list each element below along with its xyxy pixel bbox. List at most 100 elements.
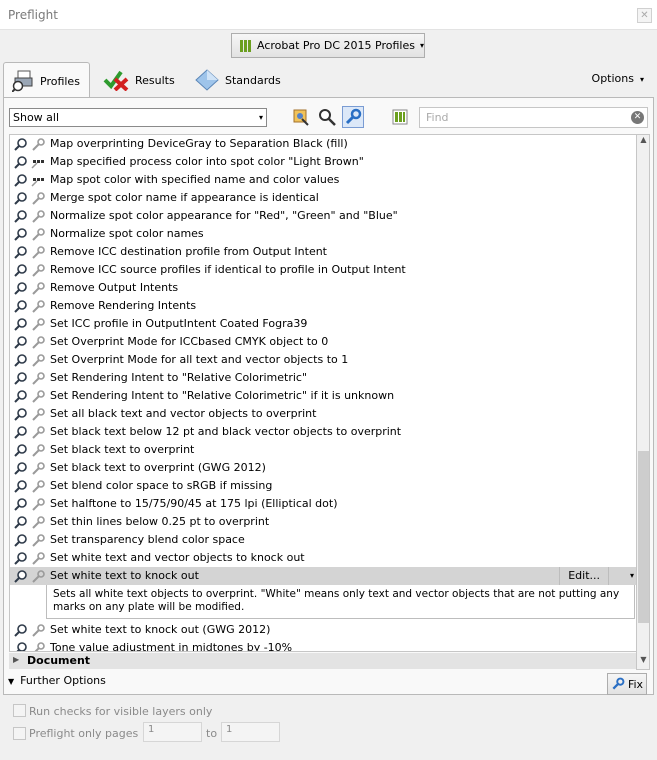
magnifier-icon xyxy=(14,624,27,637)
show-fixups-button[interactable] xyxy=(342,106,364,128)
scroll-up-icon[interactable]: ▲ xyxy=(638,135,649,149)
magnifier-icon xyxy=(14,570,27,583)
fixup-row[interactable]: Remove ICC destination profile from Outp… xyxy=(10,243,636,261)
fixup-label: Map overprinting DeviceGray to Separatio… xyxy=(50,137,348,150)
clear-search-icon[interactable]: ✕ xyxy=(631,111,644,124)
fixup-row[interactable]: Tone value adjustment in midtones by -10… xyxy=(10,639,636,651)
tab-standards-label: Standards xyxy=(225,73,281,87)
fixup-label: Set black text to overprint (GWG 2012) xyxy=(50,461,266,474)
fixup-row[interactable]: Set white text and vector objects to kno… xyxy=(10,549,636,567)
fixup-row[interactable]: Set ICC profile in OutputIntent Coated F… xyxy=(10,315,636,333)
options-menu[interactable]: Options ▾ xyxy=(592,72,644,85)
tab-results[interactable]: Results xyxy=(95,62,187,98)
fixup-row[interactable]: Map spot color with specified name and c… xyxy=(10,171,636,189)
wrench-icon xyxy=(32,246,45,259)
fixup-label: Remove ICC source profiles if identical … xyxy=(50,263,406,276)
fixup-row[interactable]: Merge spot color name if appearance is i… xyxy=(10,189,636,207)
page-from-input[interactable]: 1 xyxy=(143,722,202,742)
fixup-row[interactable]: Remove Rendering Intents xyxy=(10,297,636,315)
scroll-thumb[interactable] xyxy=(638,451,649,623)
fixup-row[interactable]: Set thin lines below 0.25 pt to overprin… xyxy=(10,513,636,531)
fixup-row[interactable]: Set Overprint Mode for all text and vect… xyxy=(10,351,636,369)
edit-button[interactable]: Edit... xyxy=(559,567,609,585)
further-options-toggle[interactable]: ▼ Further Options xyxy=(8,674,106,687)
wrench-icon xyxy=(32,282,45,295)
fixup-row[interactable]: Set Overprint Mode for ICCbased CMYK obj… xyxy=(10,333,636,351)
chevron-down-icon: ▾ xyxy=(419,41,424,50)
magnifier-icon xyxy=(14,372,27,385)
profile-library-label: Acrobat Pro DC 2015 Profiles xyxy=(257,39,415,52)
scroll-down-icon[interactable]: ▼ xyxy=(638,655,649,669)
magnifier-icon xyxy=(14,390,27,403)
pages-only-checkbox[interactable] xyxy=(13,727,26,740)
page-to-input[interactable]: 1 xyxy=(221,722,280,742)
close-icon[interactable]: ✕ xyxy=(637,8,652,23)
tab-standards[interactable]: Standards xyxy=(187,62,287,98)
collapse-triangle-icon: ▼ xyxy=(8,677,15,686)
fixup-label: Set thin lines below 0.25 pt to overprin… xyxy=(50,515,270,528)
find-input[interactable]: Find ✕ xyxy=(419,107,648,128)
scrollbar[interactable]: ▲ ▼ xyxy=(636,134,650,670)
fixup-row[interactable]: Set blend color space to sRGB if missing xyxy=(10,477,636,495)
show-profiles-button[interactable] xyxy=(290,106,312,128)
magnifier-icon xyxy=(14,300,27,313)
chevron-down-icon: ▾ xyxy=(639,75,644,84)
fixup-label: Set Overprint Mode for all text and vect… xyxy=(50,353,349,366)
fixup-row[interactable]: Remove Output Intents xyxy=(10,279,636,297)
visible-layers-label: Run checks for visible layers only xyxy=(29,705,213,718)
wrench-icon xyxy=(32,498,45,511)
fixups-list: Map overprinting DeviceGray to Separatio… xyxy=(9,134,636,652)
magnifier-icon xyxy=(16,642,27,651)
magnifier-icon xyxy=(14,516,27,529)
magnifier-icon xyxy=(14,480,27,493)
fixup-row[interactable]: Set Rendering Intent to "Relative Colori… xyxy=(10,387,636,405)
tab-profiles[interactable]: Profiles xyxy=(3,62,90,99)
fixup-row[interactable]: Set all black text and vector objects to… xyxy=(10,405,636,423)
profiles-icon xyxy=(12,70,33,92)
wrench-icon xyxy=(32,624,45,637)
show-checks-button[interactable] xyxy=(316,106,338,128)
fixup-row[interactable]: Set white text to knock out Edit... ▾ xyxy=(10,567,636,585)
library-icon xyxy=(392,109,408,125)
magnifier-icon xyxy=(14,426,27,439)
show-filter-value: Show all xyxy=(13,111,60,124)
fixup-row[interactable]: Set black text below 12 pt and black vec… xyxy=(10,423,636,441)
magnifier-icon xyxy=(14,138,27,151)
options-label: Options xyxy=(591,72,634,85)
fixup-row[interactable]: Normalize spot color appearance for "Red… xyxy=(10,207,636,225)
fixup-row[interactable]: Map overprinting DeviceGray to Separatio… xyxy=(10,135,636,153)
fixup-options-dropdown[interactable]: ▾ xyxy=(612,569,634,583)
fixup-label: Set halftone to 15/75/90/45 at 175 lpi (… xyxy=(50,497,338,510)
wrench-icon xyxy=(32,552,45,565)
wrench-icon xyxy=(32,210,45,223)
fixup-row[interactable]: Set Rendering Intent to "Relative Colori… xyxy=(10,369,636,387)
further-options-label: Further Options xyxy=(20,674,106,687)
fixup-label: Set black text below 12 pt and black vec… xyxy=(50,425,402,438)
fixup-label: Map spot color with specified name and c… xyxy=(50,173,340,186)
magnifier-icon xyxy=(14,444,27,457)
wrench-icon xyxy=(34,642,45,651)
fixup-row[interactable]: Set halftone to 15/75/90/45 at 175 lpi (… xyxy=(10,495,636,513)
magnifier-icon xyxy=(14,498,27,511)
fixup-row[interactable]: Map specified process color into spot co… xyxy=(10,153,636,171)
show-filter-select[interactable]: Show all ▾ xyxy=(9,108,267,127)
profile-library-dropdown[interactable]: Acrobat Pro DC 2015 Profiles ▾ xyxy=(231,33,425,58)
fixup-label: Remove Output Intents xyxy=(50,281,179,294)
fixup-row[interactable]: Set transparency blend color space xyxy=(10,531,636,549)
group-document-label: Document xyxy=(27,654,91,667)
fixup-row[interactable]: Normalize spot color names xyxy=(10,225,636,243)
fixup-row[interactable]: Set black text to overprint xyxy=(10,441,636,459)
wrench-icon xyxy=(32,516,45,529)
fixup-row[interactable]: Set black text to overprint (GWG 2012) xyxy=(10,459,636,477)
expand-triangle-icon: ▶ xyxy=(13,655,20,664)
wrench-icon xyxy=(32,372,45,385)
wrench-icon xyxy=(32,228,45,241)
fixup-row[interactable]: Remove ICC source profiles if identical … xyxy=(10,261,636,279)
magnifier-icon xyxy=(14,246,27,259)
visible-layers-checkbox[interactable] xyxy=(13,704,26,717)
magnifier-icon xyxy=(14,552,27,565)
library-button[interactable] xyxy=(389,106,411,128)
group-document[interactable]: ▶ Document xyxy=(9,653,636,669)
fixup-row[interactable]: Set white text to knock out (GWG 2012) xyxy=(10,621,636,639)
fix-button[interactable]: Fix xyxy=(607,673,647,695)
